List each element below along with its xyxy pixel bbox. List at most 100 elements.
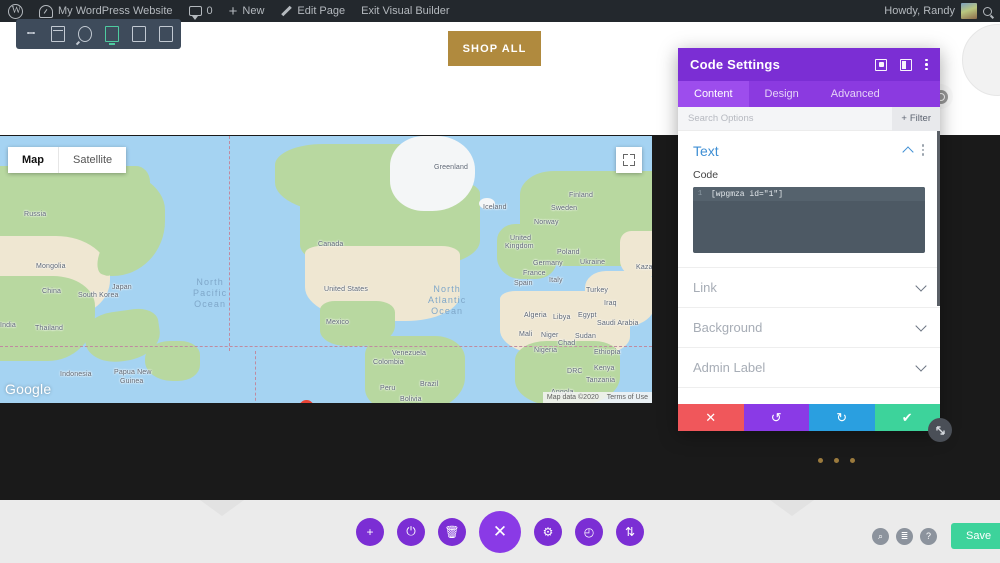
kebab-menu-icon[interactable]: [922, 144, 925, 157]
chevron-up-icon[interactable]: [902, 146, 914, 159]
app-root: My WordPress Website 0 + New Edit Page E…: [0, 0, 1000, 563]
map-country-label: Chad: [558, 340, 576, 347]
map-ocean-label: North Pacific Ocean: [193, 277, 228, 309]
pagination-dot[interactable]: [834, 458, 839, 463]
modal-scrollbar[interactable]: [937, 131, 940, 306]
chevron-down-icon[interactable]: [915, 359, 927, 372]
plus-icon: +: [228, 2, 238, 20]
save-button[interactable]: Save: [951, 523, 1000, 549]
code-line-number: 1: [697, 190, 703, 198]
delete-button[interactable]: 🗑: [438, 517, 466, 546]
search-icon[interactable]: ⌕: [872, 527, 889, 545]
code-line[interactable]: 1 [wpgmza id="1"]: [693, 187, 925, 201]
history-button[interactable]: ◴: [575, 517, 603, 546]
modal-header-actions: [875, 58, 928, 71]
map-country-label: DRC: [567, 368, 583, 375]
map-country-label: Mali: [519, 331, 533, 338]
redo-button[interactable]: ↻: [809, 404, 875, 431]
resize-handle-icon[interactable]: [928, 418, 952, 442]
edit-page-label: Edit Page: [297, 5, 346, 17]
map-type-control[interactable]: Map Satellite: [8, 147, 127, 173]
modal-title: Code Settings: [690, 57, 780, 72]
decorative-triangle: [770, 500, 814, 516]
section-admin-label[interactable]: Admin Label: [678, 348, 940, 388]
edit-page-menu[interactable]: Edit Page: [272, 0, 353, 22]
map-country-label: Kingdom: [505, 243, 534, 250]
boundary-dashed-line: [255, 351, 256, 403]
shop-all-button[interactable]: SHOP ALL: [448, 31, 541, 66]
map-country-label: Egypt: [578, 312, 597, 319]
map-country-label: Spain: [514, 280, 533, 287]
add-module-button[interactable]: +: [356, 517, 384, 546]
comments-menu[interactable]: 0: [181, 0, 221, 22]
desktop-view-icon[interactable]: [105, 26, 119, 45]
map-country-label: Mexico: [326, 319, 350, 326]
map-marker-icon[interactable]: [299, 400, 314, 403]
pagination-dot[interactable]: [850, 458, 855, 463]
builder-right-actions: ⌕ ≣ ? Save: [872, 523, 1000, 549]
portability-button[interactable]: ⇅: [616, 517, 644, 546]
google-map-module[interactable]: Russia Mongolia China South Korea Japan Thail…: [0, 136, 652, 403]
avatar[interactable]: [961, 3, 977, 19]
search-icon[interactable]: [983, 6, 992, 16]
map-country-label: Russia: [24, 211, 47, 218]
tab-advanced[interactable]: Advanced: [815, 81, 896, 107]
help-icon[interactable]: ?: [920, 527, 937, 545]
map-type-map-button[interactable]: Map: [8, 147, 58, 173]
code-settings-modal[interactable]: Code Settings Content Design Advanced Se…: [678, 48, 940, 431]
layers-icon[interactable]: ≣: [896, 527, 913, 545]
map-country-label: South Korea: [78, 292, 119, 299]
map-country-label: Italy: [549, 277, 563, 284]
settings-gear-button[interactable]: ⚙: [534, 517, 562, 546]
map-canvas[interactable]: Russia Mongolia China South Korea Japan Thail…: [0, 136, 652, 403]
tab-content[interactable]: Content: [678, 81, 749, 107]
map-country-label: Mongolia: [36, 263, 66, 270]
site-name-label: My WordPress Website: [58, 5, 173, 17]
map-type-satellite-button[interactable]: Satellite: [59, 147, 126, 173]
zoom-out-icon[interactable]: [78, 26, 92, 42]
exit-visual-builder-label: Exit Visual Builder: [361, 5, 450, 17]
admin-bar-account-area: Howdy, Randy: [884, 3, 1000, 19]
map-country-label: Kenya: [594, 365, 615, 372]
comments-count: 0: [206, 5, 213, 17]
phone-view-icon[interactable]: [159, 26, 173, 42]
kebab-menu-icon[interactable]: [24, 26, 38, 42]
new-content-menu[interactable]: + New: [221, 0, 273, 22]
tab-design[interactable]: Design: [749, 81, 815, 107]
filter-button[interactable]: + Filter: [892, 106, 940, 131]
section-text: Text Code 1 [wpgmza id="1"]: [678, 131, 940, 268]
map-country-label: Indonesia: [60, 371, 92, 378]
map-country-label: United States: [324, 286, 368, 293]
section-text-title: Text: [693, 143, 719, 159]
section-text-header[interactable]: Text: [693, 143, 925, 159]
section-link[interactable]: Link: [678, 268, 940, 308]
search-options-row[interactable]: Search Options + Filter: [678, 106, 940, 131]
chevron-down-icon[interactable]: [915, 319, 927, 332]
split-view-icon[interactable]: [900, 58, 912, 71]
kebab-menu-icon[interactable]: [925, 58, 928, 71]
fullscreen-icon[interactable]: [616, 147, 642, 173]
fullscreen-icon[interactable]: [875, 58, 887, 71]
chevron-down-icon[interactable]: [915, 279, 927, 292]
cancel-button[interactable]: ✕: [678, 404, 744, 431]
slider-pagination[interactable]: [818, 458, 855, 463]
close-builder-button[interactable]: ✕: [479, 510, 521, 553]
map-country-label: Saudi Arabia: [597, 320, 639, 327]
modal-tab-bar[interactable]: Content Design Advanced: [678, 81, 940, 107]
map-country-label: Papua New: [114, 369, 152, 376]
exit-visual-builder-button[interactable]: Exit Visual Builder: [353, 0, 457, 22]
map-country-label: Turkey: [586, 287, 609, 294]
page-settings-button[interactable]: ⏻: [397, 517, 425, 546]
pagination-dot[interactable]: [818, 458, 823, 463]
search-input[interactable]: Search Options: [688, 113, 753, 124]
map-country-label: Sudan: [575, 333, 596, 340]
wireframe-view-icon[interactable]: [51, 26, 65, 42]
dashboard-icon: [39, 4, 53, 18]
terms-of-use-link[interactable]: Terms of Use: [607, 394, 648, 401]
code-editor[interactable]: 1 [wpgmza id="1"]: [693, 187, 925, 253]
map-country-label: Poland: [557, 249, 580, 256]
modal-header[interactable]: Code Settings: [678, 48, 940, 81]
section-background[interactable]: Background: [678, 308, 940, 348]
undo-button[interactable]: ↺: [743, 404, 809, 431]
tablet-view-icon[interactable]: [132, 26, 146, 42]
